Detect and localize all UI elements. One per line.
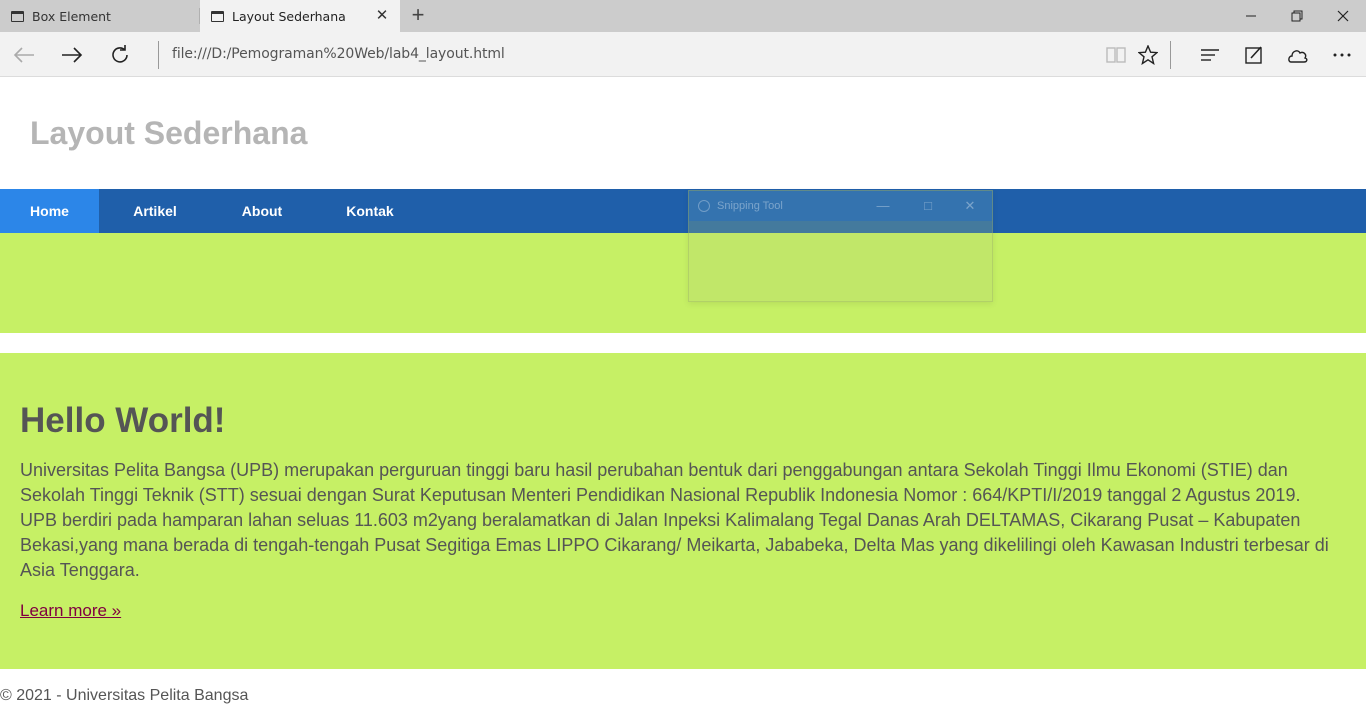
reading-view-button[interactable] [1100, 39, 1132, 71]
minimize-icon[interactable]: — [874, 197, 892, 215]
learn-more-link[interactable]: Learn more » [20, 601, 121, 621]
main-content: Hello World! Universitas Pelita Bangsa (… [0, 353, 1366, 669]
pen-note-icon [1245, 46, 1262, 64]
tab-layout-sederhana[interactable]: Layout Sederhana ✕ [200, 0, 400, 32]
tab-title: Box Element [32, 8, 111, 24]
close-window-button[interactable] [1320, 0, 1366, 32]
new-tab-button[interactable]: + [406, 4, 430, 28]
close-icon[interactable]: ✕ [961, 197, 979, 215]
snipping-tool-title: Snipping Tool [717, 200, 783, 212]
nav-kontak[interactable]: Kontak [333, 189, 407, 233]
address-bar: file:///D:/Pemograman%20Web/lab4_layout.… [0, 32, 1366, 77]
share-icon [1288, 50, 1308, 63]
tab-box-element[interactable]: Box Element [0, 0, 200, 32]
site-title: Layout Sederhana [30, 115, 308, 151]
star-icon [1138, 45, 1158, 65]
back-arrow-icon [13, 47, 34, 63]
web-note-button[interactable] [1238, 39, 1270, 71]
hub-icon [1201, 49, 1219, 61]
refresh-button[interactable] [104, 39, 136, 71]
divider [158, 41, 159, 69]
tab-title: Layout Sederhana [232, 8, 346, 24]
nav-about[interactable]: About [228, 189, 296, 233]
restore-button[interactable] [1274, 0, 1320, 32]
hero-banner [0, 233, 1366, 333]
close-icon [1337, 10, 1349, 22]
snipping-tool-titlebar[interactable]: Snipping Tool — □ ✕ [689, 191, 992, 221]
hub-button[interactable] [1194, 39, 1226, 71]
page-icon [211, 10, 224, 22]
share-button[interactable] [1282, 39, 1314, 71]
more-icon [1333, 53, 1351, 57]
more-button[interactable] [1326, 39, 1358, 71]
site-footer: © 2021 - Universitas Pelita Bangsa [0, 687, 249, 704]
restore-icon [1291, 10, 1303, 22]
minimize-icon [1246, 15, 1256, 17]
forward-button[interactable] [56, 39, 88, 71]
maximize-icon[interactable]: □ [919, 197, 937, 215]
nav-artikel[interactable]: Artikel [120, 189, 190, 233]
site-header: Layout Sederhana [0, 77, 1366, 189]
forward-arrow-icon [62, 47, 83, 63]
back-button[interactable] [8, 39, 40, 71]
snipping-tool-window[interactable]: Snipping Tool — □ ✕ [688, 190, 993, 302]
book-icon [1106, 47, 1126, 63]
browser-tab-strip: Box Element Layout Sederhana ✕ + [0, 0, 1366, 32]
content-heading: Hello World! [20, 401, 226, 440]
nav-home[interactable]: Home [0, 189, 99, 233]
web-page: Layout Sederhana Home Artikel About Kont… [0, 77, 1366, 722]
favorite-button[interactable] [1132, 39, 1164, 71]
refresh-icon [112, 45, 128, 63]
main-nav: Home Artikel About Kontak [0, 189, 1366, 233]
minimize-button[interactable] [1228, 0, 1274, 32]
url-field[interactable]: file:///D:/Pemograman%20Web/lab4_layout.… [172, 46, 505, 62]
page-icon [11, 10, 24, 22]
scissors-icon [698, 200, 710, 212]
close-tab-icon[interactable]: ✕ [375, 8, 389, 23]
content-paragraph: Universitas Pelita Bangsa (UPB) merupaka… [20, 460, 1329, 580]
divider [1170, 41, 1171, 69]
